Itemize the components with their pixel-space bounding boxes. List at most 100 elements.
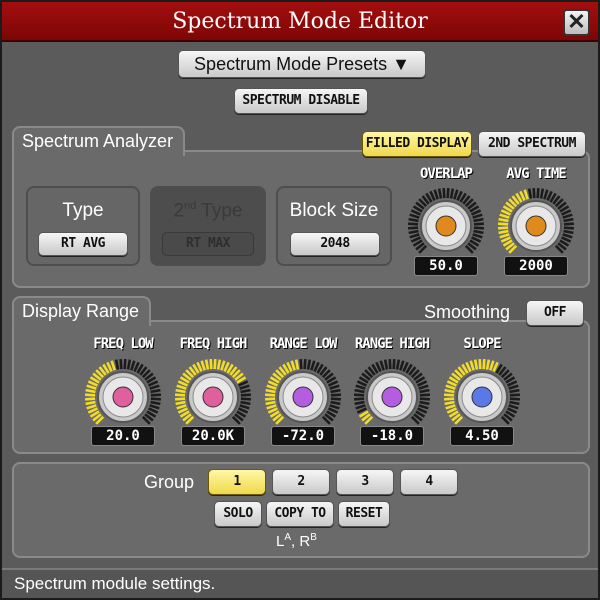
- range-low-knob-cap: [292, 386, 314, 408]
- freq-high-tick: [176, 404, 187, 410]
- type-selector[interactable]: RT AVG: [38, 232, 128, 256]
- range-high-tick: [419, 397, 431, 401]
- freq-high-tick: [240, 400, 251, 406]
- type-label: Type: [62, 200, 104, 221]
- spectrum-analyzer-title: Spectrum Analyzer: [22, 131, 174, 151]
- group-button-3[interactable]: 3: [336, 469, 394, 495]
- freq-low-tick: [130, 360, 136, 371]
- slope-tick: [489, 360, 495, 371]
- freq-high-tick: [204, 359, 210, 370]
- freq-high-tick: [240, 388, 251, 394]
- group-button-4[interactable]: 4: [400, 469, 458, 495]
- slope-tick: [444, 388, 455, 394]
- overlap-knob-cap: [435, 215, 457, 237]
- reset-button[interactable]: RESET: [338, 501, 390, 527]
- range-low-tick: [264, 393, 276, 397]
- group-label: Group: [144, 472, 195, 492]
- avg-time-knob-cap: [525, 215, 547, 237]
- slope-label: SLOPE: [463, 336, 501, 352]
- freq-low-knob[interactable]: [83, 357, 163, 437]
- avg-time-knob[interactable]: [496, 186, 576, 266]
- freq-high-tick: [213, 358, 217, 370]
- second-type-label-rest: Type: [196, 200, 243, 222]
- range-high-tick: [418, 404, 429, 410]
- freq-low-tick: [149, 404, 160, 410]
- freq-low-tick: [150, 388, 161, 394]
- range-low-tick: [266, 384, 277, 390]
- range-high-tick: [353, 397, 365, 401]
- filled-display-button[interactable]: FILLED DISPLAY: [362, 131, 472, 157]
- range-low-tick: [266, 404, 277, 410]
- slope-tick: [444, 400, 455, 406]
- range-low-tick: [294, 359, 300, 370]
- range-high-tick: [353, 393, 365, 397]
- range-low-tick: [329, 404, 340, 410]
- range-high-tick: [419, 388, 430, 394]
- range-high-tick: [355, 384, 366, 390]
- window-title: Spectrum Mode Editor: [172, 9, 428, 34]
- freq-high-tick: [175, 400, 186, 406]
- slope-knob[interactable]: [442, 357, 522, 437]
- spectrum-disable-button[interactable]: SPECTRUM DISABLE: [234, 88, 368, 114]
- range-high-tick: [379, 360, 385, 371]
- range-low-tick: [310, 360, 316, 371]
- channel-sep: , R: [291, 533, 311, 550]
- smoothing-toggle[interactable]: OFF: [526, 300, 584, 326]
- slope-tick: [445, 384, 456, 390]
- freq-high-tick: [239, 404, 250, 410]
- freq-high-knob-cap: [202, 386, 224, 408]
- range-high-tick: [355, 404, 366, 410]
- avg-time-tick: [563, 226, 575, 230]
- group-button-1[interactable]: 1: [208, 469, 266, 495]
- range-low-tick: [265, 400, 276, 406]
- slope-value[interactable]: 4.50: [450, 426, 514, 446]
- block-size-selector[interactable]: 2048: [290, 232, 380, 256]
- overlap-tick: [442, 187, 446, 199]
- avg-time-value[interactable]: 2000: [504, 256, 568, 276]
- overlap-tick: [437, 188, 443, 199]
- group-button-3-label: 3: [361, 474, 369, 489]
- range-high-value[interactable]: -18.0: [360, 426, 424, 446]
- slope-tick: [478, 358, 482, 370]
- spectrum-analyzer-tab: Spectrum Analyzer: [12, 126, 186, 156]
- group-button-4-label: 4: [425, 474, 433, 489]
- group-button-2-label: 2: [297, 474, 305, 489]
- freq-high-tick: [240, 393, 252, 397]
- channel-r-sup: B: [310, 532, 317, 543]
- freq-high-knob[interactable]: [173, 357, 253, 437]
- second-spectrum-button[interactable]: 2ND SPECTRUM: [478, 131, 586, 157]
- solo-button[interactable]: SOLO: [214, 501, 262, 527]
- range-high-tick: [354, 400, 365, 406]
- overlap-tick: [449, 188, 455, 199]
- range-low-knob[interactable]: [263, 357, 343, 437]
- freq-low-value[interactable]: 20.0: [91, 426, 155, 446]
- overlap-value[interactable]: 50.0: [414, 256, 478, 276]
- close-button[interactable]: ✕: [563, 9, 590, 36]
- range-low-value[interactable]: -72.0: [271, 426, 335, 446]
- block-size-label: Block Size: [289, 200, 379, 221]
- slope-tick: [509, 393, 521, 397]
- status-bar: Spectrum module settings.: [2, 568, 598, 598]
- spectrum-mode-presets-dropdown[interactable]: Spectrum Mode Presets ▼: [178, 50, 426, 78]
- freq-low-tick: [85, 400, 96, 406]
- overlap-knob[interactable]: [406, 186, 486, 266]
- type-value: RT AVG: [61, 236, 105, 251]
- range-low-tick: [330, 400, 341, 406]
- smoothing-label: Smoothing: [424, 302, 511, 322]
- overlap-tick: [473, 217, 484, 223]
- overlap-tick: [453, 189, 459, 200]
- reset-label: RESET: [345, 506, 383, 521]
- freq-low-tick: [84, 393, 96, 397]
- second-spectrum-label: 2ND SPECTRUM: [488, 136, 576, 151]
- freq-high-value[interactable]: 20.0K: [181, 426, 245, 446]
- freq-low-tick: [119, 358, 123, 370]
- smoothing-value: OFF: [544, 305, 566, 320]
- range-high-knob[interactable]: [352, 357, 432, 437]
- overlap-tick: [473, 222, 485, 226]
- avg-time-tick: [562, 213, 573, 219]
- channel-l-sup: A: [284, 532, 292, 543]
- group-button-2[interactable]: 2: [272, 469, 330, 495]
- range-high-knob-cap: [381, 386, 403, 408]
- range-low-tick: [265, 388, 276, 394]
- copy-to-button[interactable]: COPY TO: [266, 501, 334, 527]
